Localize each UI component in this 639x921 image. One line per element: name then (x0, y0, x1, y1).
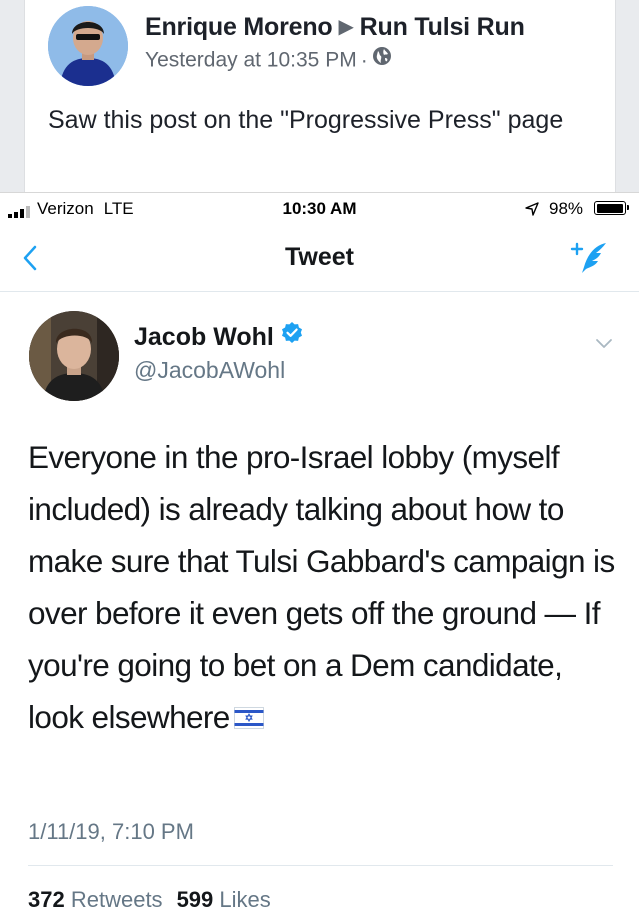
facebook-post: Enrique Moreno ▶ Run Tulsi Run Yesterday a… (24, 0, 616, 192)
triangle-right-icon: ▶ (338, 16, 354, 38)
battery-percent: 98% (549, 199, 584, 218)
tweet-nav-bar: Tweet (0, 229, 639, 292)
tweet-screenshot: Verizon LTE 10:30 AM 98% Tweet Jacob Woh… (0, 192, 639, 921)
tweet-display-name[interactable]: Jacob Wohl (134, 323, 274, 351)
post-text: Saw this post on the "Progressive Press"… (48, 106, 564, 134)
retweets-label: Retweets (70, 887, 163, 912)
tweet-date[interactable]: 1/11/19, 7:10 PM (28, 819, 194, 845)
post-header: Enrique Moreno ▶ Run Tulsi Run (145, 13, 525, 42)
author-avatar[interactable] (48, 6, 128, 86)
status-bar: Verizon LTE 10:30 AM 98% (0, 193, 639, 225)
tweet-text: Everyone in the pro-Israel lobby (myself… (28, 439, 615, 735)
verified-badge-icon (280, 321, 304, 352)
retweets-stat[interactable]: 372 Retweets (28, 887, 163, 912)
nav-title: Tweet (285, 243, 354, 271)
compose-tweet-icon[interactable] (568, 237, 612, 282)
globe-icon[interactable] (372, 46, 392, 72)
location-arrow-icon (525, 201, 539, 221)
group-name[interactable]: Run Tulsi Run (360, 13, 525, 41)
chevron-down-icon[interactable] (595, 336, 613, 354)
likes-count: 599 (176, 887, 214, 912)
tweet-body: Everyone in the pro-Israel lobby (myself… (28, 431, 618, 746)
author-name[interactable]: Enrique Moreno (145, 13, 333, 41)
tweet-author-avatar[interactable] (29, 311, 119, 401)
post-timestamp[interactable]: Yesterday at 10:35 PM (145, 49, 357, 72)
israel-flag-icon (233, 692, 264, 744)
battery-icon (594, 201, 629, 215)
tweet-author-line: Jacob Wohl (134, 321, 304, 354)
tweet-stats: 372 Retweets 599 Likes (28, 887, 271, 913)
post-meta: Yesterday at 10:35 PM · (145, 46, 392, 74)
likes-label: Likes (219, 887, 271, 912)
likes-stat[interactable]: 599 Likes (177, 887, 271, 912)
tweet-handle[interactable]: @JacobAWohl (134, 357, 285, 384)
retweets-count: 372 (28, 887, 65, 912)
status-time: 10:30 AM (282, 199, 357, 218)
meta-separator: · (360, 48, 368, 72)
divider (28, 865, 613, 866)
